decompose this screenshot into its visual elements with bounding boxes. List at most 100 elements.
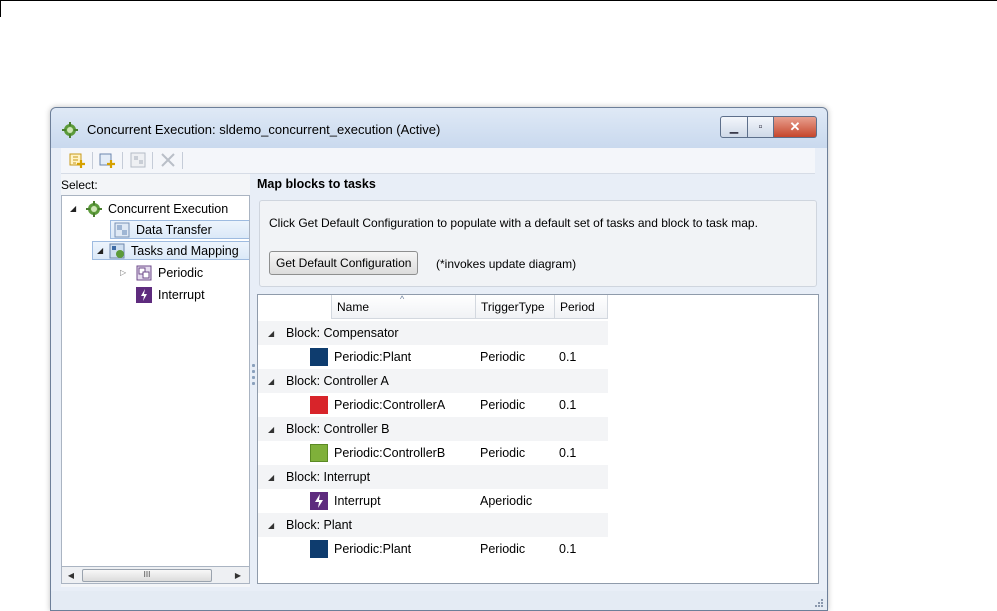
name-cell: Periodic:Plant (310, 345, 411, 369)
update-diagram-note: (*invokes update diagram) (436, 257, 577, 271)
row-name: Periodic:ControllerB (334, 446, 446, 460)
section-title: Map blocks to tasks (257, 177, 376, 191)
group-cell: ◢ Block: Controller B (268, 417, 390, 441)
scroll-left-icon[interactable]: ◀ (65, 569, 77, 581)
group-label: Block: Plant (286, 518, 353, 532)
expand-triangle-icon[interactable]: ◢ (268, 425, 286, 434)
group-row-controller-b[interactable]: ◢ Block: Controller B (258, 417, 608, 441)
data-transfer-icon (114, 222, 130, 237)
name-cell: Interrupt (310, 489, 381, 513)
splitter-grip (252, 376, 255, 379)
gear-icon (62, 122, 78, 138)
tree-node-label: Tasks and Mapping (131, 243, 239, 258)
expand-triangle-icon[interactable]: ◢ (97, 246, 107, 255)
toolbar (61, 148, 815, 174)
trigger-cell: Periodic (480, 446, 526, 460)
expand-triangle-icon[interactable]: ◢ (268, 473, 286, 482)
group-label: Block: Interrupt (286, 470, 371, 484)
tree-node-label: Interrupt (158, 287, 205, 302)
block-task-table: ^ Name TriggerType Period ◢ Block: Compe… (257, 294, 819, 584)
table-row[interactable]: Interrupt Aperiodic (258, 489, 608, 513)
splitter-grip (252, 364, 255, 367)
interrupt-icon (310, 492, 328, 510)
collapse-triangle-icon[interactable]: ▷ (120, 268, 130, 277)
group-cell: ◢ Block: Plant (268, 513, 352, 537)
group-cell: ◢ Block: Interrupt (268, 465, 370, 489)
group-row-plant[interactable]: ◢ Block: Plant (258, 513, 608, 537)
group-label: Block: Controller A (286, 374, 389, 388)
periodic-task-color-swatch (310, 540, 328, 558)
periodic-icon (136, 265, 152, 280)
tree-node-label: Concurrent Execution (108, 201, 229, 216)
maximize-icon: ▫ (758, 121, 763, 133)
horizontal-scrollbar[interactable]: ◀ III ▶ (61, 567, 250, 584)
close-button[interactable]: ✕ (774, 116, 817, 138)
gear-icon (86, 200, 102, 217)
maximize-button[interactable]: ▫ (748, 116, 774, 138)
name-cell: Periodic:ControllerA (310, 393, 445, 417)
scroll-right-icon[interactable]: ▶ (232, 569, 244, 581)
page-left-rule (0, 0, 1, 17)
row-name: Periodic:ControllerA (334, 398, 446, 412)
column-header-label: TriggerType (481, 299, 545, 314)
trigger-cell: Periodic (480, 398, 526, 412)
resize-grip-icon[interactable] (813, 597, 823, 607)
task-mapping-icon (109, 243, 125, 258)
group-label: Block: Controller B (286, 422, 390, 436)
trigger-cell: Periodic (480, 542, 526, 556)
group-row-controller-a[interactable]: ◢ Block: Controller A (258, 369, 608, 393)
concurrent-execution-window: Concurrent Execution: sldemo_concurrent_… (50, 107, 828, 611)
trigger-cell: Aperiodic (480, 494, 533, 508)
periodic-task-color-swatch (310, 396, 328, 414)
select-label: Select: (61, 178, 98, 192)
get-default-configuration-button[interactable]: Get Default Configuration (269, 251, 419, 275)
table-row[interactable]: Periodic:Plant Periodic 0.1 (258, 537, 608, 561)
group-row-compensator[interactable]: ◢ Block: Compensator (258, 321, 608, 345)
tree-node-concurrent-execution[interactable]: ◢ Concurrent Execution (70, 199, 228, 218)
tree-node-interrupt[interactable]: Interrupt (136, 285, 205, 304)
period-cell: 0.1 (559, 350, 577, 364)
table-row[interactable]: Periodic:ControllerB Periodic 0.1 (258, 441, 608, 465)
add-trigger-icon[interactable] (99, 151, 117, 169)
column-header-period[interactable]: Period (555, 295, 608, 319)
left-panel: Select: ◢ Concurrent Execution Data Tran… (61, 174, 250, 587)
title-bar: Concurrent Execution: sldemo_concurrent_… (51, 108, 827, 148)
tree-node-tasks-and-mapping[interactable]: ◢ Tasks and Mapping (92, 241, 249, 260)
table-header: ^ Name TriggerType Period (258, 295, 818, 320)
navigation-tree: ◢ Concurrent Execution Data Transfer ◢ T… (61, 195, 250, 567)
trigger-cell: Periodic (480, 350, 526, 364)
panel-splitter[interactable] (250, 174, 257, 587)
table-row[interactable]: Periodic:ControllerA Periodic 0.1 (258, 393, 608, 417)
add-mapping-icon[interactable] (129, 151, 147, 169)
period-cell: 0.1 (559, 542, 577, 556)
add-task-icon[interactable] (69, 151, 87, 169)
period-cell: 0.1 (559, 398, 577, 412)
expand-triangle-icon[interactable]: ◢ (70, 204, 80, 213)
group-label: Block: Compensator (286, 326, 399, 340)
table-row[interactable]: Periodic:Plant Periodic 0.1 (258, 345, 608, 369)
column-header-label: Name (337, 299, 370, 314)
right-panel: Map blocks to tasks Click Get Default Co… (257, 174, 819, 584)
expand-triangle-icon[interactable]: ◢ (268, 521, 286, 530)
splitter-grip (252, 382, 255, 385)
status-bar (51, 591, 827, 610)
close-icon: ✕ (789, 119, 801, 134)
toolbar-separator (152, 152, 153, 169)
expand-triangle-icon[interactable]: ◢ (268, 329, 286, 338)
row-name: Periodic:Plant (334, 542, 412, 556)
scroll-thumb[interactable]: III (82, 569, 212, 582)
tree-node-periodic[interactable]: ▷ Periodic (120, 263, 203, 282)
group-cell: ◢ Block: Compensator (268, 321, 399, 345)
info-box: Click Get Default Configuration to popul… (259, 200, 817, 287)
splitter-grip (252, 370, 255, 373)
info-text: Click Get Default Configuration to popul… (269, 216, 758, 230)
group-row-interrupt[interactable]: ◢ Block: Interrupt (258, 465, 608, 489)
tree-node-data-transfer[interactable]: Data Transfer (110, 220, 249, 239)
column-header-trigger-type[interactable]: TriggerType (476, 295, 555, 319)
minimize-button[interactable]: ▁ (720, 116, 748, 138)
column-header-name[interactable]: ^ Name (332, 295, 476, 319)
periodic-task-color-swatch (310, 444, 328, 462)
name-cell: Periodic:Plant (310, 537, 411, 561)
delete-icon[interactable] (159, 151, 177, 169)
expand-triangle-icon[interactable]: ◢ (268, 377, 286, 386)
